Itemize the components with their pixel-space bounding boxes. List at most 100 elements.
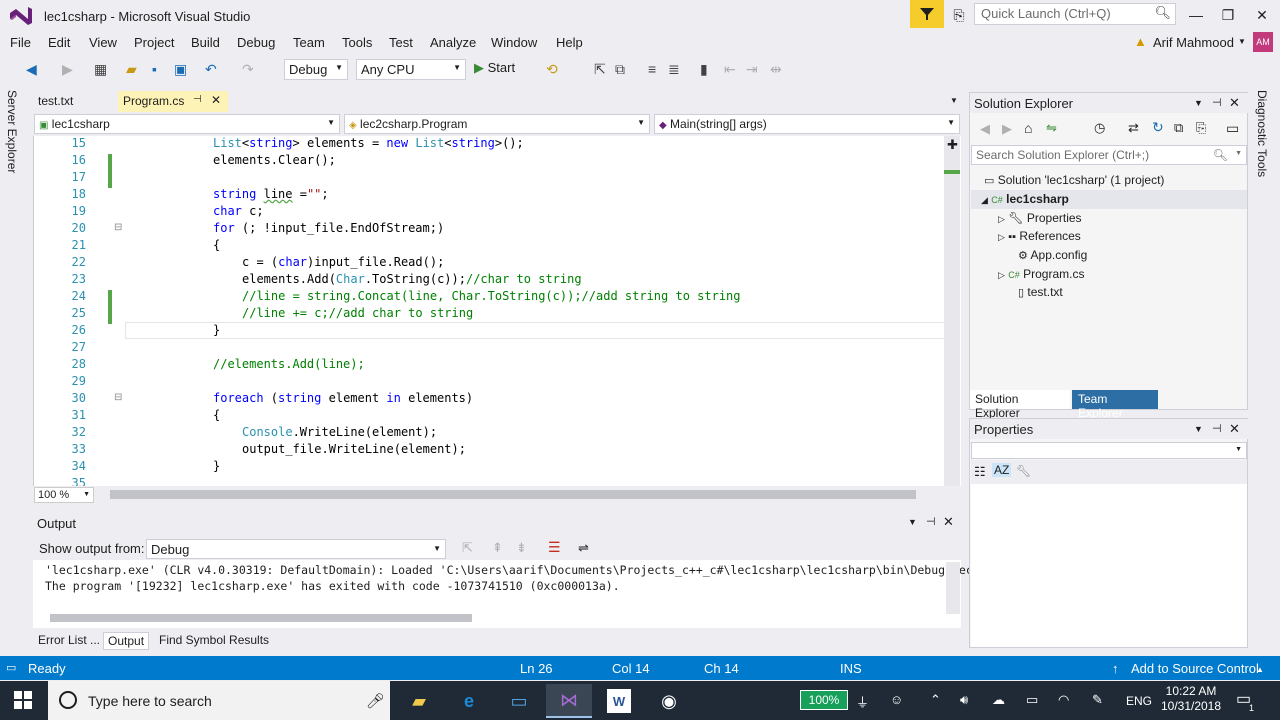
tree-item-test-txt[interactable]: ▯ test.txt	[1018, 285, 1063, 299]
menu-team[interactable]: Team	[293, 35, 325, 50]
zoom-select[interactable]: 100 % ▼	[34, 487, 94, 503]
project-nav-select[interactable]: ▣ lec1csharp ▼	[34, 114, 340, 134]
close-icon[interactable]: ✕	[943, 514, 954, 530]
quick-launch-input[interactable]: Quick Launch (Ctrl+Q) 🔍︎	[974, 3, 1176, 25]
forward-icon[interactable]: ▶	[62, 61, 73, 78]
feedback-icon[interactable]: ⎘	[948, 4, 970, 26]
user-name[interactable]: Arif Mahmood	[1153, 35, 1234, 50]
comment-icon[interactable]: ≡	[648, 61, 656, 77]
maximize-icon[interactable]: ❐	[1210, 4, 1246, 26]
class-nav-select[interactable]: ◈ lec2csharp.Program ▼	[344, 114, 650, 134]
cloud-icon[interactable]: ☁	[992, 692, 1005, 708]
step-icon[interactable]: ⇱	[594, 61, 606, 78]
microphone-icon[interactable]: 🎤︎	[366, 692, 385, 710]
battery-indicator[interactable]: 100%	[800, 690, 848, 710]
home-icon[interactable]: ⌂	[1024, 120, 1032, 136]
tree-item-properties[interactable]: ▷ 🔧︎ Properties	[998, 211, 1082, 225]
tab-overflow-icon[interactable]: ▼	[950, 96, 958, 105]
diagnostic-tools-tab[interactable]: Diagnostic Tools	[1255, 90, 1269, 177]
word-wrap-icon[interactable]: ⇌	[578, 540, 589, 556]
chevron-down-icon[interactable]: ▼	[1194, 424, 1203, 434]
start-button[interactable]: ▶ Start	[474, 60, 515, 76]
tab-find-symbol-results[interactable]: Find Symbol Results	[155, 632, 273, 648]
language-indicator[interactable]: ENG	[1126, 694, 1152, 708]
tab-program-cs[interactable]: Program.cs ⊣ ✕	[118, 91, 228, 112]
forward-icon[interactable]: ▶	[1002, 121, 1012, 137]
close-icon[interactable]: ✕	[1229, 421, 1240, 437]
format-icon[interactable]: ⧉	[615, 61, 625, 78]
tab-test-txt[interactable]: test.txt	[33, 91, 78, 112]
pin-icon[interactable]: ⊣	[1212, 96, 1222, 109]
refresh-icon[interactable]: ↻	[1152, 119, 1164, 136]
history-icon[interactable]: ◷	[1094, 120, 1105, 136]
menu-debug[interactable]: Debug	[237, 35, 275, 50]
properties-icon[interactable]: ▭	[1226, 120, 1239, 137]
uncomment-icon[interactable]: ≣	[668, 61, 680, 78]
redo-icon[interactable]: ↷	[242, 61, 254, 78]
chevron-down-icon[interactable]: ▼	[908, 517, 917, 527]
back-icon[interactable]: ◀	[26, 61, 37, 78]
wifi-icon[interactable]: ◠	[1058, 692, 1069, 708]
tab-error-list[interactable]: Error List ...	[34, 632, 104, 648]
menu-help[interactable]: Help	[556, 35, 583, 50]
tree-item-app-config[interactable]: ⚙ App.config	[1018, 248, 1087, 262]
categorized-icon[interactable]: ☷	[974, 464, 986, 480]
arrow-up-icon[interactable]: ↑	[1112, 661, 1119, 676]
member-nav-select[interactable]: ◆ Main(string[] args) ▼	[654, 114, 960, 134]
undo-icon[interactable]: ↶	[205, 61, 217, 78]
menu-analyze[interactable]: Analyze	[430, 35, 476, 50]
menu-view[interactable]: View	[89, 35, 117, 50]
add-to-source-control[interactable]: Add to Source Control	[1131, 661, 1259, 676]
chevron-down-icon[interactable]: ▼	[1194, 98, 1203, 108]
back-icon[interactable]: ◀	[980, 121, 990, 137]
clock[interactable]: 10:22 AM 10/31/2018	[1160, 684, 1222, 714]
menu-window[interactable]: Window	[491, 35, 537, 50]
sync-icon[interactable]: ⇄	[1128, 120, 1139, 136]
tree-item-program-cs[interactable]: ▷ C# Program.cs	[998, 267, 1084, 281]
pen-icon[interactable]: ✎	[1092, 692, 1103, 708]
open-icon[interactable]: ▰	[126, 61, 137, 78]
close-tab-icon[interactable]: ✕	[211, 93, 221, 107]
show-all-files-icon[interactable]: ⎘	[1196, 120, 1206, 136]
wrench-icon[interactable]: 🔧︎	[1016, 464, 1031, 478]
chevron-up-icon[interactable]: ▲	[1256, 665, 1264, 674]
chevron-up-icon[interactable]: ⌃	[930, 692, 941, 708]
collapse-all-icon[interactable]: ⧉	[1174, 120, 1183, 136]
file-explorer-icon[interactable]: ▰	[396, 684, 442, 718]
close-icon[interactable]: ✕	[1229, 95, 1240, 111]
people-icon[interactable]: ☺	[890, 692, 903, 707]
pin-icon[interactable]: ⊣	[926, 515, 936, 528]
power-plug-icon[interactable]: ⏚	[856, 692, 869, 711]
save-all-icon[interactable]: ▣	[174, 61, 187, 78]
menu-edit[interactable]: Edit	[48, 35, 70, 50]
obs-icon[interactable]: ◉	[646, 684, 692, 718]
avatar[interactable]: AM	[1253, 32, 1273, 52]
solution-search-input[interactable]: Search Solution Explorer (Ctrl+;) 🔍︎ ▼	[971, 145, 1247, 165]
tab-team-explorer[interactable]: Team Explorer	[1072, 390, 1158, 420]
configuration-select[interactable]: Debug ▼	[284, 59, 348, 80]
close-icon[interactable]: ✕	[1244, 4, 1280, 26]
visual-studio-taskbar-icon[interactable]: ⋈	[546, 684, 592, 718]
horizontal-scroll-thumb[interactable]	[110, 490, 916, 499]
chevron-down-icon[interactable]: ▼	[1238, 37, 1246, 46]
clear-bookmarks-icon[interactable]: ⇹	[770, 61, 782, 78]
warning-icon[interactable]: ▲	[1134, 34, 1147, 49]
code-editor[interactable]	[33, 136, 961, 486]
output-source-select[interactable]: Debug ▼	[146, 539, 446, 559]
output-vertical-scrollbar[interactable]	[946, 562, 960, 614]
prev-bookmark-icon[interactable]: ⇤	[724, 61, 736, 78]
collapse-icon[interactable]: ⊟	[114, 392, 122, 403]
platform-select[interactable]: Any CPU ▼	[356, 59, 466, 80]
windows-start-icon[interactable]	[14, 691, 32, 709]
menu-build[interactable]: Build	[191, 35, 220, 50]
tree-project[interactable]: ◢ C# lec1csharp	[981, 192, 1069, 206]
menu-tools[interactable]: Tools	[342, 35, 372, 50]
properties-object-select[interactable]: ▼	[971, 442, 1247, 459]
tree-item-references[interactable]: ▷ ▪▪ References	[998, 229, 1081, 243]
tab-output[interactable]: Output	[103, 632, 150, 650]
go-to-line-icon[interactable]: ⇱	[462, 540, 473, 556]
tab-solution-explorer[interactable]: Solution Explorer	[970, 390, 1070, 420]
next-message-icon[interactable]: ⇟	[516, 540, 527, 556]
edge-icon[interactable]: e	[446, 684, 492, 718]
editor-vertical-scrollbar[interactable]	[944, 136, 960, 486]
